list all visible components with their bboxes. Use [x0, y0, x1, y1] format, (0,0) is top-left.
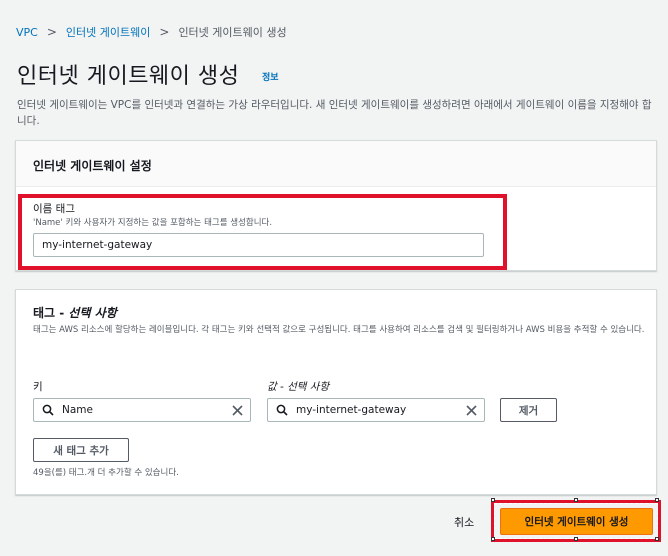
- selection-handle: [574, 498, 578, 502]
- selection-handle: [574, 537, 578, 541]
- chevron-right-icon: >: [159, 25, 170, 39]
- tag-value-label: 값 - 선택 사항: [267, 381, 330, 393]
- search-icon: [268, 404, 296, 416]
- page-title: 인터넷 게이트웨이 생성: [17, 64, 240, 89]
- tag-key-input[interactable]: Name: [33, 398, 251, 422]
- selection-handle: [655, 537, 659, 541]
- highlight-annotation: [18, 194, 507, 270]
- page-description: 인터넷 게이트웨이는 VPC를 인터넷과 연결하는 가상 라우터입니다. 새 인…: [17, 99, 652, 127]
- selection-handle: [655, 498, 659, 502]
- tag-remaining-note: 49을(를) 태그.개 더 추가할 수 있습니다.: [33, 468, 179, 478]
- breadcrumb-vpc-link[interactable]: VPC: [16, 26, 38, 39]
- selection-handle: [491, 498, 495, 502]
- tag-key-value: Name: [62, 404, 93, 416]
- tags-panel-title: 태그 - 선택 사항: [33, 304, 117, 321]
- close-icon[interactable]: [224, 404, 250, 416]
- tag-value-input[interactable]: my-internet-gateway: [267, 398, 485, 422]
- selection-handle: [491, 537, 495, 541]
- chevron-right-icon: >: [46, 25, 57, 39]
- tag-key-label: 키: [33, 381, 43, 393]
- add-tag-button[interactable]: 새 태그 추가: [33, 438, 129, 462]
- remove-tag-button[interactable]: 제거: [500, 398, 557, 422]
- search-icon: [34, 404, 62, 416]
- create-gateway-button[interactable]: 인터넷 게이트웨이 생성: [500, 508, 653, 535]
- cancel-button[interactable]: 취소: [454, 514, 474, 530]
- tags-panel: 태그 - 선택 사항 태그는 AWS 리소스에 할당하는 레이블입니다. 각 태…: [15, 289, 657, 495]
- breadcrumb: VPC > 인터넷 게이트웨이 > 인터넷 게이트웨이 생성: [16, 24, 287, 40]
- breadcrumb-igw-link[interactable]: 인터넷 게이트웨이: [66, 24, 150, 40]
- tags-title-optional: 선택 사항: [68, 306, 117, 320]
- breadcrumb-current: 인터넷 게이트웨이 생성: [178, 26, 287, 39]
- gateway-settings-title: 인터넷 게이트웨이 설정: [16, 141, 656, 187]
- tag-value-value: my-internet-gateway: [296, 404, 407, 416]
- tags-title-main: 태그 -: [33, 306, 69, 320]
- close-icon[interactable]: [458, 404, 484, 416]
- tags-panel-description: 태그는 AWS 리소스에 할당하는 레이블입니다. 각 태그는 키와 선택적 값…: [33, 325, 645, 335]
- info-link[interactable]: 정보: [262, 70, 279, 83]
